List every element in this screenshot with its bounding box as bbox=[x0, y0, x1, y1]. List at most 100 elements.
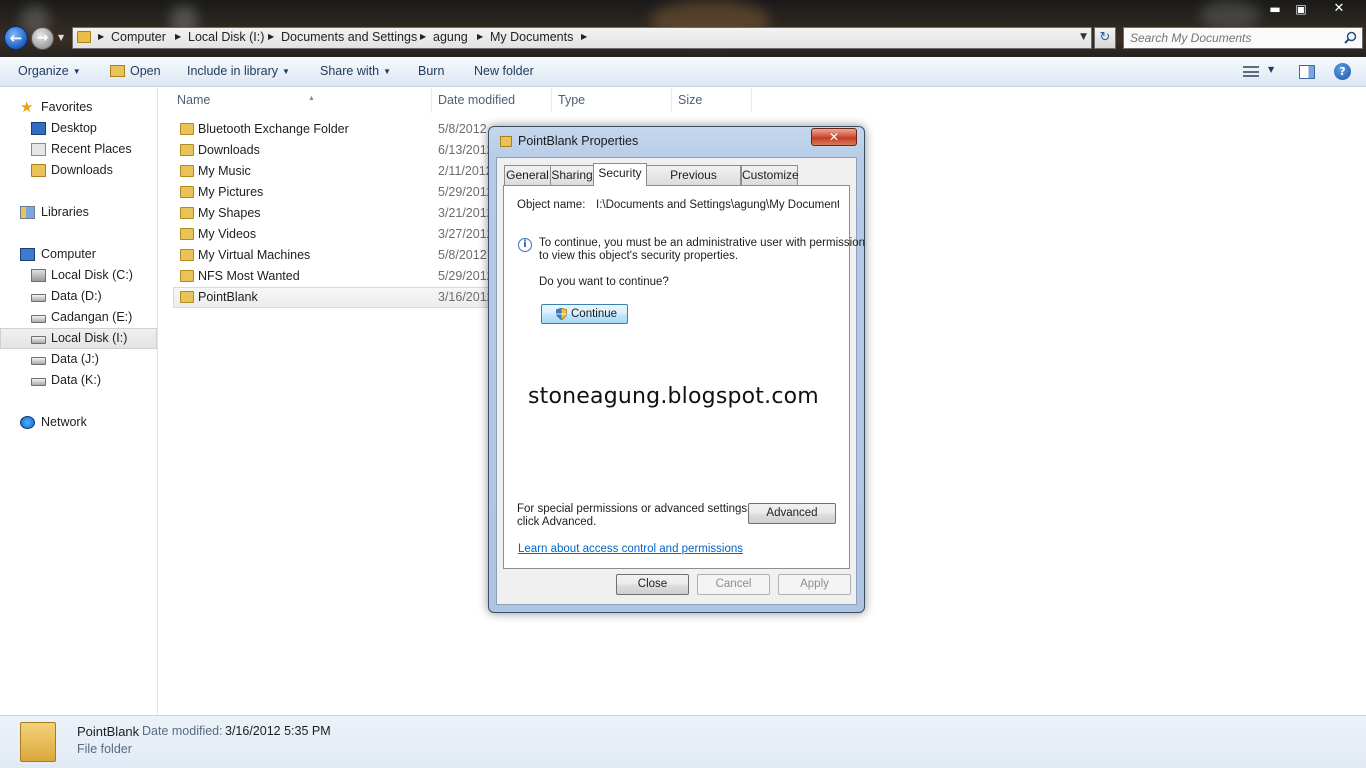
breadcrumb-agung[interactable]: agung bbox=[433, 30, 468, 44]
sidebar-item-drive[interactable]: Data (D:) bbox=[0, 286, 157, 307]
back-button[interactable]: ← bbox=[4, 26, 28, 50]
breadcrumb-separator-icon[interactable]: ▶ bbox=[420, 32, 426, 41]
file-row[interactable]: My Videos 3/27/2012 bbox=[173, 224, 503, 245]
tab-sharing[interactable]: Sharing bbox=[550, 165, 594, 185]
chevron-down-icon: ▼ bbox=[282, 67, 290, 76]
tab-previous-versions[interactable]: Previous Versions bbox=[646, 165, 741, 200]
sidebar-item-label: Data (J:) bbox=[51, 352, 99, 366]
address-bar[interactable]: ▶ Computer ▶ Local Disk (I:) ▶ Documents… bbox=[72, 27, 1092, 49]
maximize-button[interactable]: ▣ bbox=[1288, 0, 1314, 18]
search-icon[interactable] bbox=[1344, 31, 1357, 44]
file-row-selected[interactable]: PointBlank 3/16/2012 bbox=[173, 287, 503, 308]
organize-menu-button[interactable]: Organize ▼ bbox=[18, 64, 81, 78]
large-folder-icon bbox=[20, 722, 56, 762]
open-button[interactable]: Open bbox=[110, 64, 161, 78]
column-header-size[interactable]: Size bbox=[672, 88, 752, 113]
sidebar-item-drive[interactable]: Data (J:) bbox=[0, 349, 157, 370]
folder-icon bbox=[180, 123, 194, 135]
sidebar-item-label: Downloads bbox=[51, 163, 113, 177]
drive-icon bbox=[31, 378, 46, 386]
sidebar-item-libraries[interactable]: Libraries bbox=[0, 202, 157, 223]
details-date-value: 3/16/2012 5:35 PM bbox=[225, 724, 331, 738]
tab-general[interactable]: General bbox=[504, 165, 551, 185]
search-box[interactable] bbox=[1123, 27, 1363, 49]
file-name: Downloads bbox=[198, 143, 260, 157]
minimize-button[interactable]: ▬ bbox=[1262, 0, 1288, 18]
search-input[interactable] bbox=[1130, 30, 1340, 46]
preview-pane-icon[interactable] bbox=[1299, 65, 1315, 79]
column-header-type[interactable]: Type bbox=[552, 88, 672, 113]
sidebar-item-drive[interactable]: Data (K:) bbox=[0, 370, 157, 391]
file-row[interactable]: Bluetooth Exchange Folder 5/8/2012 bbox=[173, 119, 503, 140]
dialog-close-button[interactable]: ✕ bbox=[811, 128, 857, 146]
dialog-title: PointBlank Properties bbox=[518, 134, 639, 148]
breadcrumb-separator-icon[interactable]: ▶ bbox=[175, 32, 181, 41]
file-name: My Shapes bbox=[198, 206, 261, 220]
sidebar-item-drive[interactable]: Cadangan (E:) bbox=[0, 307, 157, 328]
sidebar-item-drive-selected[interactable]: Local Disk (I:) bbox=[0, 328, 157, 349]
system-drive-icon bbox=[31, 269, 46, 282]
continue-button[interactable]: Continue bbox=[541, 304, 628, 324]
file-row[interactable]: My Virtual Machines 5/8/2012 bbox=[173, 245, 503, 266]
cancel-button[interactable]: Cancel bbox=[697, 574, 770, 595]
share-with-button[interactable]: Share with ▼ bbox=[320, 64, 391, 78]
properties-dialog: PointBlank Properties ✕ General Sharing … bbox=[488, 126, 865, 613]
breadcrumb-documents-and-settings[interactable]: Documents and Settings bbox=[281, 30, 417, 44]
file-row[interactable]: NFS Most Wanted 5/29/2012 bbox=[173, 266, 503, 287]
help-icon[interactable]: ? bbox=[1334, 63, 1351, 80]
breadcrumb-local-disk-i[interactable]: Local Disk (I:) bbox=[188, 30, 264, 44]
file-row[interactable]: My Shapes 3/21/2012 bbox=[173, 203, 503, 224]
tab-customize[interactable]: Customize bbox=[741, 165, 799, 185]
security-tab-panel: Object name: I:\Documents and Settings\a… bbox=[503, 185, 865, 569]
new-folder-button[interactable]: New folder bbox=[474, 64, 534, 78]
sidebar-item-downloads[interactable]: Downloads bbox=[0, 160, 157, 181]
folder-icon bbox=[500, 136, 512, 147]
sidebar-item-recent-places[interactable]: Recent Places bbox=[0, 139, 157, 160]
file-name: My Videos bbox=[198, 227, 257, 241]
breadcrumb-computer[interactable]: Computer bbox=[111, 30, 166, 44]
breadcrumb-separator-icon[interactable]: ▶ bbox=[98, 32, 104, 41]
details-date-label: Date modified: bbox=[142, 724, 223, 738]
chevron-down-icon[interactable]: ▼ bbox=[1268, 65, 1274, 74]
uac-shield-icon bbox=[556, 308, 567, 320]
window-close-button[interactable]: ✕ bbox=[1314, 0, 1364, 18]
sidebar-item-favorites[interactable]: ★ Favorites bbox=[0, 97, 157, 118]
file-name: Bluetooth Exchange Folder bbox=[198, 122, 349, 136]
file-row[interactable]: My Pictures 5/29/2012 bbox=[173, 182, 503, 203]
advanced-button[interactable]: Advanced bbox=[748, 503, 836, 524]
breadcrumb-separator-icon[interactable]: ▶ bbox=[477, 32, 483, 41]
file-row[interactable]: Downloads 6/13/2012 bbox=[173, 140, 503, 161]
refresh-button[interactable]: ↻ bbox=[1094, 27, 1116, 49]
forward-button[interactable]: → bbox=[31, 27, 54, 50]
column-header-name[interactable]: Name ▲ bbox=[171, 88, 432, 113]
network-icon bbox=[20, 416, 35, 429]
libraries-icon bbox=[20, 206, 35, 219]
sidebar-item-label: Network bbox=[41, 415, 87, 429]
breadcrumb-separator-icon[interactable]: ▶ bbox=[581, 32, 587, 41]
breadcrumb-my-documents[interactable]: My Documents bbox=[490, 30, 573, 44]
apply-button[interactable]: Apply bbox=[778, 574, 851, 595]
file-name: My Virtual Machines bbox=[198, 248, 311, 262]
column-header-date-modified[interactable]: Date modified bbox=[432, 88, 552, 113]
include-in-library-button[interactable]: Include in library ▼ bbox=[187, 64, 290, 78]
file-row[interactable]: My Music 2/11/2012 bbox=[173, 161, 503, 182]
continue-label: Continue bbox=[571, 308, 618, 320]
burn-button[interactable]: Burn bbox=[418, 64, 444, 78]
learn-access-control-link[interactable]: Learn about access control and permissio… bbox=[518, 543, 743, 555]
organize-label: Organize bbox=[18, 64, 69, 78]
address-history-dropdown-icon[interactable]: ▼ bbox=[1080, 32, 1087, 42]
details-pane: PointBlank Date modified: 3/16/2012 5:35… bbox=[0, 715, 1366, 768]
close-button[interactable]: Close bbox=[616, 574, 689, 595]
sidebar-item-network[interactable]: Network bbox=[0, 412, 157, 433]
tab-security[interactable]: Security bbox=[593, 163, 647, 186]
sidebar-item-drive[interactable]: Local Disk (C:) bbox=[0, 265, 157, 286]
sidebar-item-desktop[interactable]: Desktop bbox=[0, 118, 157, 139]
title-address-bar: ← → ▼ ▶ Computer ▶ Local Disk (I:) ▶ Doc… bbox=[0, 0, 1366, 57]
command-bar: Organize ▼ Open Include in library ▼ Share… bbox=[0, 57, 1366, 87]
sidebar-item-computer[interactable]: Computer bbox=[0, 244, 157, 265]
folder-icon bbox=[180, 228, 194, 240]
change-view-icon[interactable] bbox=[1243, 66, 1259, 77]
breadcrumb-separator-icon[interactable]: ▶ bbox=[268, 32, 274, 41]
object-name-label: Object name: bbox=[517, 199, 586, 211]
recent-pages-dropdown[interactable]: ▼ bbox=[58, 33, 64, 42]
